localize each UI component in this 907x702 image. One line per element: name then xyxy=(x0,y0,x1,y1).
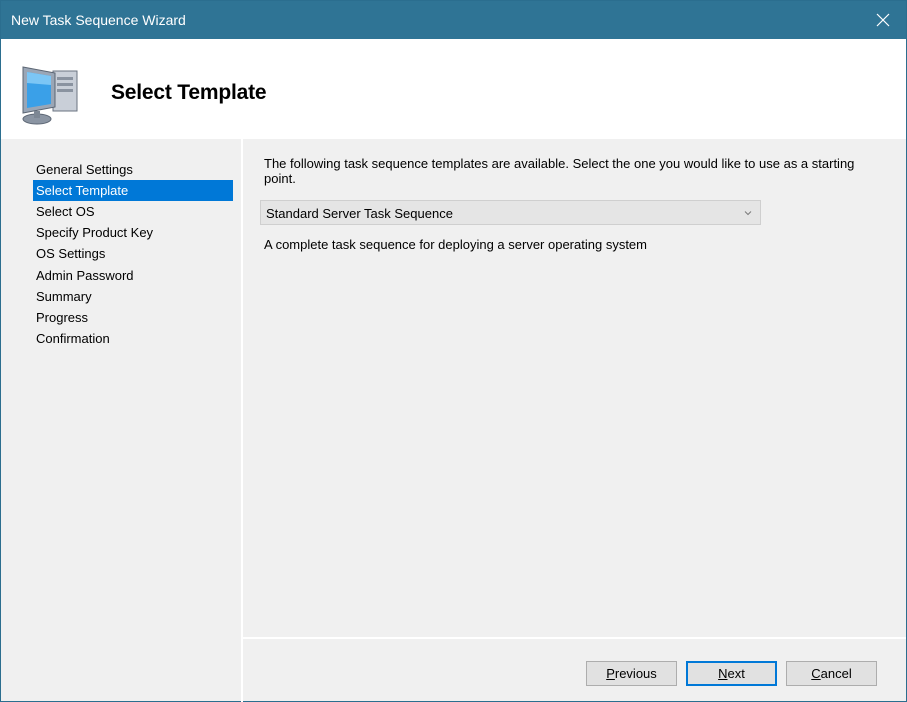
wizard-steps-nav: General Settings Select Template Select … xyxy=(1,139,241,701)
wizard-window: New Task Sequence Wizard Select Template… xyxy=(0,0,907,702)
template-select[interactable]: Standard Server Task Sequence xyxy=(260,200,761,225)
template-select-value: Standard Server Task Sequence xyxy=(266,206,453,221)
computer-icon xyxy=(22,66,78,125)
next-button-accel: N xyxy=(718,666,728,681)
window-title: New Task Sequence Wizard xyxy=(11,12,186,28)
instructions-text: The following task sequence templates ar… xyxy=(264,156,855,186)
page-title: Select Template xyxy=(111,81,267,104)
nav-item-confirmation[interactable]: Confirmation xyxy=(33,328,233,349)
close-button[interactable] xyxy=(860,1,906,39)
previous-button-label: revious xyxy=(614,666,657,681)
nav-item-summary[interactable]: Summary xyxy=(33,286,233,307)
nav-item-select-os[interactable]: Select OS xyxy=(33,201,233,222)
next-button-label: ext xyxy=(727,666,745,681)
template-description: A complete task sequence for deploying a… xyxy=(264,237,647,252)
close-icon xyxy=(876,13,890,27)
next-button[interactable]: Next xyxy=(686,661,777,686)
nav-item-admin-password[interactable]: Admin Password xyxy=(33,265,233,286)
previous-button[interactable]: Previous xyxy=(586,661,677,686)
cancel-button[interactable]: Cancel xyxy=(786,661,877,686)
chevron-down-icon xyxy=(744,211,752,216)
title-bar[interactable]: New Task Sequence Wizard xyxy=(1,1,906,39)
previous-button-accel: P xyxy=(606,666,615,681)
wizard-footer: Previous Next Cancel xyxy=(243,639,906,701)
nav-item-progress[interactable]: Progress xyxy=(33,307,233,328)
cancel-button-accel: C xyxy=(811,666,821,681)
nav-item-specify-product-key[interactable]: Specify Product Key xyxy=(33,222,233,243)
nav-item-os-settings[interactable]: OS Settings xyxy=(33,243,233,264)
cancel-button-label: ancel xyxy=(820,666,852,681)
wizard-header: Select Template xyxy=(1,39,906,139)
nav-item-select-template[interactable]: Select Template xyxy=(33,180,233,201)
main-content: The following task sequence templates ar… xyxy=(243,139,906,637)
nav-item-general-settings[interactable]: General Settings xyxy=(33,159,233,180)
